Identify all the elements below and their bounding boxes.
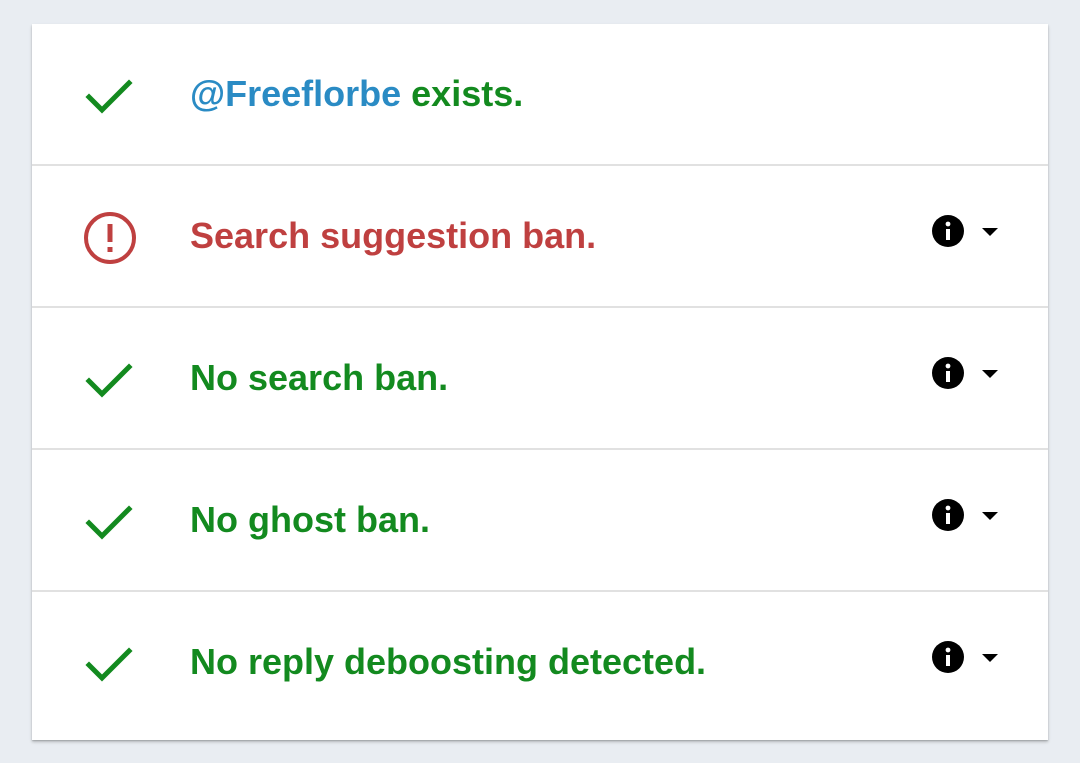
row-actions [931, 498, 1000, 532]
info-icon[interactable] [931, 498, 965, 532]
check-icon [82, 68, 138, 124]
alert-circle-icon [82, 210, 138, 266]
result-row-ghost-ban: No ghost ban. [32, 450, 1048, 592]
result-text: No search ban. [190, 357, 449, 398]
results-card: @Freeflorbe exists. Search suggestion ba… [32, 24, 1048, 740]
result-row-account-exists: @Freeflorbe exists. [32, 24, 1048, 166]
row-actions [931, 640, 1000, 674]
check-icon [82, 636, 138, 692]
result-row-search-suggestion-ban: Search suggestion ban. [32, 166, 1048, 308]
chevron-down-icon[interactable] [980, 367, 1000, 379]
check-icon [82, 494, 138, 550]
result-row-search-ban: No search ban. [32, 308, 1048, 450]
row-actions [931, 214, 1000, 248]
chevron-down-icon[interactable] [980, 225, 1000, 237]
chevron-down-icon[interactable] [980, 509, 1000, 521]
row-actions [931, 356, 1000, 390]
chevron-down-icon[interactable] [980, 651, 1000, 663]
result-text: Search suggestion ban. [190, 215, 597, 256]
result-text: @Freeflorbe exists. [190, 73, 524, 114]
result-text: No ghost ban. [190, 499, 430, 540]
info-icon[interactable] [931, 356, 965, 390]
account-handle-link[interactable]: @Freeflorbe [190, 73, 401, 114]
info-icon[interactable] [931, 214, 965, 248]
result-row-reply-deboosting: No reply deboosting detected. [32, 592, 1048, 736]
check-icon [82, 352, 138, 408]
info-icon[interactable] [931, 640, 965, 674]
result-text: No reply deboosting detected. [190, 641, 707, 682]
